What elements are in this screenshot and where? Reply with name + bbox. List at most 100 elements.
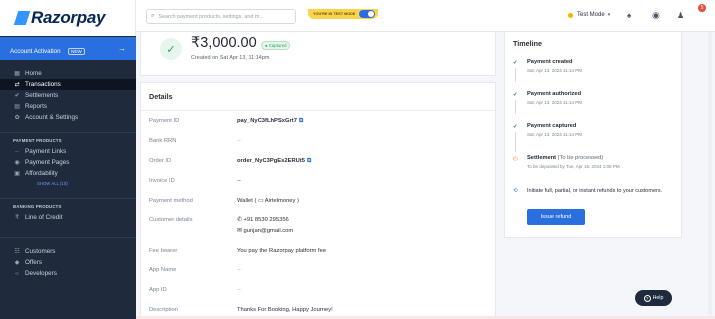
status-badge: ● Captured — [261, 41, 291, 50]
razorpay-logo[interactable]: Razorpay — [0, 0, 136, 36]
detail-value: -- — [237, 287, 241, 293]
detail-key: Bank RRN — [149, 138, 177, 144]
notification-badge: 5 — [698, 4, 706, 12]
page-icon: ◉ — [14, 159, 20, 166]
check-icon: ✔ — [513, 60, 518, 66]
timeline-connector — [515, 100, 516, 114]
mode-dropdown[interactable]: Test Mode ▾ — [568, 12, 610, 18]
timeline-title: Timeline — [513, 39, 543, 48]
sidebar: Razorpay Account Activation NEW → ▦ Home… — [0, 0, 136, 319]
timeline-event-date: Sat, Apr 13, 2024 11:14 PM — [527, 68, 582, 73]
sidebar-item-account-settings[interactable]: ✿ Account & Settings — [0, 112, 136, 123]
affordability-icon: ▣ — [14, 170, 20, 177]
show-all-link[interactable]: SHOW ALL (10) — [0, 181, 136, 186]
timeline-event-date: Sat, Apr 13, 2024 11:14 PM — [527, 132, 582, 137]
sidebar-item-home[interactable]: ▦ Home — [0, 68, 136, 79]
timeline-event-title: Payment authorized — [527, 91, 582, 97]
clock-icon: ◴ — [513, 156, 518, 162]
sidebar-divider — [0, 237, 136, 238]
new-badge: NEW — [68, 47, 85, 55]
payment-id-value: pay_NyC3fLhPSxGrt7 — [237, 118, 297, 124]
timeline-connector — [515, 68, 516, 82]
settlement-title: Settlement — [527, 155, 557, 161]
help-button[interactable]: ? Help — [635, 290, 672, 306]
sidebar-item-line-of-credit[interactable]: ₹ Line of Credit — [0, 212, 136, 223]
account-activation-label: Account Activation — [10, 47, 61, 55]
timeline-card: Timeline ✔ Payment created Sat, Apr 13, … — [504, 32, 682, 238]
detail-key: Order ID — [149, 158, 172, 164]
sidebar-item-label: Developers — [25, 270, 57, 277]
sidebar-item-payment-pages[interactable]: ◉ Payment Pages — [0, 157, 136, 168]
topbar: ⌕ Search payment products, settings, and… — [136, 0, 715, 32]
detail-value: -- — [237, 178, 241, 184]
settlements-icon: ✔ — [14, 92, 20, 99]
scrollbar[interactable] — [708, 32, 712, 319]
test-mode-banner[interactable]: YOU'RE IN TEST MODE — [308, 9, 379, 19]
search-input[interactable]: Search payment products, settings, and m… — [158, 14, 263, 20]
detail-value: pay_NyC3fLhPSxGrt7 ⧉ — [237, 118, 303, 125]
account-activation-button[interactable]: Account Activation NEW → — [0, 37, 136, 60]
reports-icon: ▤ — [14, 103, 20, 110]
timeline-event-title: Payment created — [527, 59, 573, 65]
razorpay-logo-icon — [13, 11, 31, 25]
sidebar-item-label: Home — [25, 70, 42, 77]
payment-summary-card: ✓ ₹3,000.00 ● Captured Created on Sat Ap… — [140, 32, 496, 76]
sidebar-item-offers[interactable]: ◆ Offers — [0, 257, 136, 268]
status-badge-text: Captured — [268, 43, 287, 48]
detail-key: Invoice ID — [149, 178, 175, 184]
refund-prompt-text: Initiate full, partial, or instant refun… — [527, 188, 663, 194]
arrow-right-icon: → — [118, 44, 126, 53]
detail-key: Customer details — [149, 217, 193, 223]
sidebar-item-label: Offers — [25, 259, 43, 266]
order-id-value: order_NyC3PgEs2ERUt5 — [237, 158, 305, 164]
customers-icon: ☷ — [14, 248, 20, 255]
sidebar-item-developers[interactable]: ‹› Developers — [0, 268, 136, 279]
timeline-connector — [515, 132, 516, 152]
detail-key: Payment ID — [149, 118, 180, 124]
phone-icon: ✆ — [237, 217, 242, 223]
user-icon[interactable]: ♟ — [677, 11, 684, 20]
sidebar-item-transactions[interactable]: ⇄ Transactions — [0, 79, 136, 90]
transactions-icon: ⇄ — [14, 81, 20, 88]
sidebar-item-label: Account & Settings — [25, 114, 79, 121]
partner-icon[interactable]: ◉ — [652, 10, 660, 21]
main-content: ✓ ₹3,000.00 ● Captured Created on Sat Ap… — [136, 32, 715, 319]
detail-value: ✆ +91 8530 295356 — [237, 217, 289, 223]
announcement-icon[interactable]: ♠ — [627, 11, 631, 20]
detail-value: -- — [237, 267, 241, 273]
timeline-event-date: To be deposited by Tue, Apr 16, 2024 1:0… — [527, 164, 620, 169]
copy-icon[interactable]: ⧉ — [299, 118, 303, 124]
sidebar-item-label: Customers — [25, 248, 56, 255]
razorpay-dashboard: Razorpay Account Activation NEW → ▦ Home… — [0, 0, 715, 319]
sidebar-item-label: Affordability — [25, 170, 58, 177]
search-icon: ⌕ — [151, 13, 155, 19]
search-box[interactable]: ⌕ Search payment products, settings, and… — [146, 9, 296, 24]
sidebar-item-label: Settlements — [25, 92, 59, 99]
sidebar-item-affordability[interactable]: ▣ Affordability — [0, 168, 136, 179]
test-mode-toggle[interactable] — [359, 10, 376, 18]
help-label: Help — [652, 295, 664, 301]
sidebar-item-reports[interactable]: ▤ Reports — [0, 101, 136, 112]
test-mode-banner-text: YOU'RE IN TEST MODE — [313, 12, 356, 16]
detail-key: Fee bearer — [149, 248, 178, 254]
settlement-status: (To be processed) — [557, 155, 604, 161]
sidebar-item-label: Reports — [25, 103, 48, 110]
sidebar-item-settlements[interactable]: ✔ Settlements — [0, 90, 136, 101]
customer-email: gunjan@gmail.com — [243, 228, 294, 234]
details-title: Details — [141, 83, 495, 111]
sidebar-divider — [0, 132, 136, 133]
copy-icon[interactable]: ⧉ — [307, 158, 311, 164]
sidebar-item-payment-links[interactable]: ⇔ Payment Links — [0, 146, 136, 157]
sidebar-item-customers[interactable]: ☷ Customers — [0, 246, 136, 257]
sidebar-item-label: Payment Pages — [25, 159, 70, 166]
mail-icon: ✉ — [237, 228, 242, 234]
sidebar-divider — [0, 198, 136, 199]
refund-icon: ⟲ — [513, 188, 518, 194]
timeline-event-title: Payment captured — [527, 123, 577, 129]
sidebar-item-label: Transactions — [25, 81, 61, 88]
issue-refund-button[interactable]: Issue refund — [527, 209, 585, 225]
check-circle-icon: ✓ — [160, 38, 182, 60]
home-icon: ▦ — [14, 70, 20, 77]
created-on-text: Created on Sat Apr 13, 11:14pm — [191, 55, 270, 61]
settings-icon: ✿ — [14, 114, 20, 121]
